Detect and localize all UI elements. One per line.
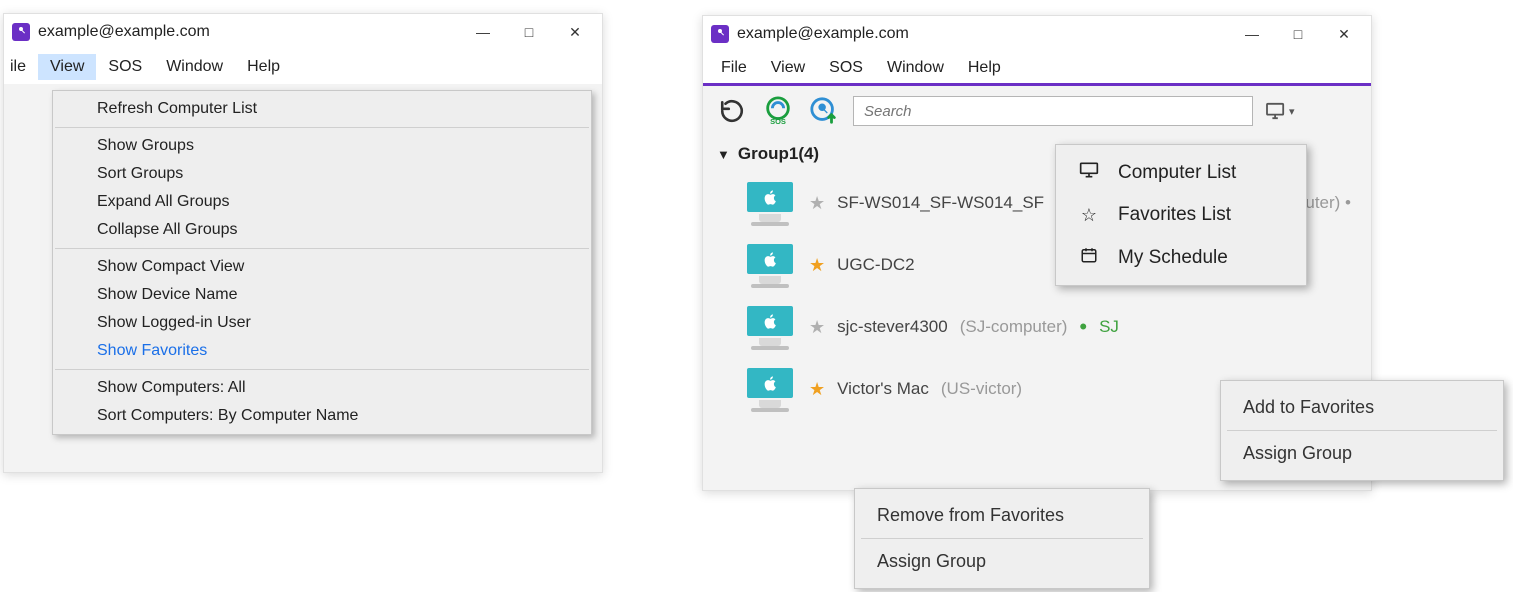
computer-icon — [743, 180, 797, 226]
separator — [55, 127, 589, 128]
ctx-item-remove-from-favorites[interactable]: Remove from Favorites — [855, 495, 1149, 536]
view-mode-popup: Computer List ☆ Favorites List My Schedu… — [1055, 144, 1307, 286]
toolbar: SOS ▾ — [703, 86, 1371, 136]
close-button[interactable]: ✕ — [1321, 18, 1367, 50]
menu-ile[interactable]: ile — [4, 54, 38, 80]
logged-in-user: SJ — [1099, 317, 1119, 337]
group-label: Group1(4) — [738, 144, 819, 164]
view-popup-item-my-schedule[interactable]: My Schedule — [1056, 236, 1306, 279]
label: My Schedule — [1118, 247, 1228, 269]
titlebar: example@example.com — □ ✕ — [703, 16, 1371, 52]
view-menu-dropdown: Refresh Computer List Show GroupsSort Gro… — [52, 90, 592, 435]
app-icon — [711, 25, 729, 43]
maximize-button[interactable]: □ — [1275, 18, 1321, 50]
menu-window[interactable]: Window — [875, 55, 956, 81]
minimize-button[interactable]: — — [1229, 18, 1275, 50]
view-mode-button[interactable]: ▾ — [1265, 102, 1295, 120]
computer-name: SF-WS014_SF-WS014_SF — [837, 193, 1044, 213]
menu-help[interactable]: Help — [235, 54, 292, 80]
menu-sos[interactable]: SOS — [96, 54, 154, 80]
computer-name: sjc-stever4300 — [837, 317, 948, 337]
separator — [861, 538, 1143, 539]
window-title: example@example.com — [38, 23, 210, 41]
search-input[interactable] — [853, 96, 1253, 126]
favorite-star-icon[interactable]: ★ — [809, 317, 825, 338]
menu-item[interactable]: Collapse All Groups — [53, 216, 591, 244]
favorite-star-icon[interactable]: ★ — [809, 255, 825, 276]
computer-subtitle: (US-victor) — [941, 379, 1022, 399]
separator — [55, 248, 589, 249]
refresh-button[interactable] — [715, 94, 749, 128]
computer-name: UGC-DC2 — [837, 255, 914, 275]
sos-button[interactable]: SOS — [761, 94, 795, 128]
menubar: ileViewSOSWindowHelp — [4, 50, 602, 84]
maximize-button[interactable]: □ — [506, 16, 552, 48]
menu-item[interactable]: Show Device Name — [53, 281, 591, 309]
menu-window[interactable]: Window — [154, 54, 235, 80]
titlebar: example@example.com — □ ✕ — [4, 14, 602, 50]
close-button[interactable]: ✕ — [552, 16, 598, 48]
monitor-icon — [1078, 161, 1100, 184]
truncated-text: uter) • — [1305, 193, 1357, 213]
computer-name: Victor's Mac — [837, 379, 929, 399]
menu-item[interactable]: Show Favorites — [53, 337, 591, 365]
menubar: FileViewSOSWindowHelp — [703, 52, 1371, 86]
ctx-item-assign-group[interactable]: Assign Group — [1221, 433, 1503, 474]
app-window-left: example@example.com — □ ✕ ileViewSOSWind… — [3, 13, 603, 473]
computer-icon — [743, 366, 797, 412]
computer-row[interactable]: ★sjc-stever4300(SJ-computer)•SJ — [703, 296, 1371, 358]
computer-icon — [743, 304, 797, 350]
menu-item[interactable]: Expand All Groups — [53, 188, 591, 216]
menu-item[interactable]: Sort Groups — [53, 160, 591, 188]
context-menu-add-favorites: Add to Favorites Assign Group — [1220, 380, 1504, 481]
context-menu-remove-favorites: Remove from Favorites Assign Group — [854, 488, 1150, 589]
menu-help[interactable]: Help — [956, 55, 1013, 81]
collapse-triangle-icon: ▼ — [717, 147, 730, 162]
calendar-icon — [1078, 246, 1100, 269]
menu-item[interactable]: Show Compact View — [53, 253, 591, 281]
separator — [1227, 430, 1497, 431]
view-popup-item-favorites-list[interactable]: ☆ Favorites List — [1056, 194, 1306, 236]
ctx-item-add-to-favorites[interactable]: Add to Favorites — [1221, 387, 1503, 428]
menu-item[interactable]: Show Logged-in User — [53, 309, 591, 337]
svg-text:SOS: SOS — [770, 117, 786, 126]
star-outline-icon: ☆ — [1078, 205, 1100, 226]
menu-file[interactable]: File — [709, 55, 759, 81]
deploy-button[interactable] — [807, 94, 841, 128]
window-title: example@example.com — [737, 25, 909, 43]
menu-item[interactable]: Show Computers: All — [53, 374, 591, 402]
label: Computer List — [1118, 162, 1236, 184]
label: Favorites List — [1118, 204, 1231, 226]
menu-item[interactable]: Show Groups — [53, 132, 591, 160]
computer-subtitle: (SJ-computer) — [960, 317, 1068, 337]
view-popup-item-computer-list[interactable]: Computer List — [1056, 151, 1306, 194]
minimize-button[interactable]: — — [460, 16, 506, 48]
ctx-item-assign-group[interactable]: Assign Group — [855, 541, 1149, 582]
menu-item[interactable]: Sort Computers: By Computer Name — [53, 402, 591, 430]
menu-sos[interactable]: SOS — [817, 55, 875, 81]
chevron-down-icon: ▾ — [1289, 105, 1295, 118]
menu-view[interactable]: View — [38, 54, 96, 80]
separator — [55, 369, 589, 370]
menu-view[interactable]: View — [759, 55, 817, 81]
app-icon — [12, 23, 30, 41]
menu-item[interactable]: Refresh Computer List — [53, 95, 591, 123]
computer-icon — [743, 242, 797, 288]
favorite-star-icon[interactable]: ★ — [809, 193, 825, 214]
favorite-star-icon[interactable]: ★ — [809, 379, 825, 400]
